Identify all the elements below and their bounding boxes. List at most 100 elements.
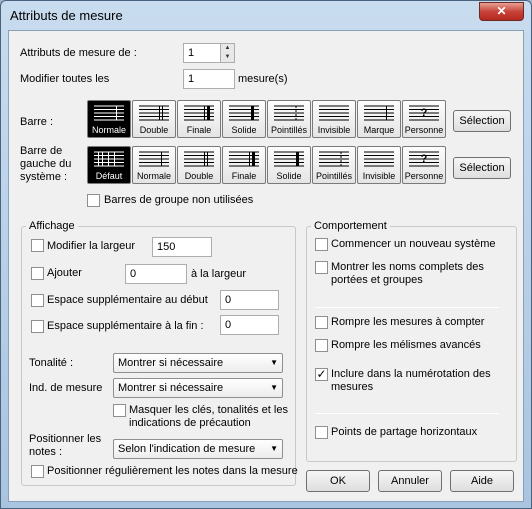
barline-caption: Défaut xyxy=(95,171,123,181)
barre-row-btn-4[interactable]: Pointillés xyxy=(267,100,311,138)
barre-gauche-row-btn-2[interactable]: Double xyxy=(177,146,221,184)
hide-courtesy-checkbox[interactable] xyxy=(113,404,126,417)
spin-down-icon[interactable]: ▼ xyxy=(221,53,234,62)
extra-end-checkbox[interactable] xyxy=(31,320,44,333)
extra-start-input[interactable]: 0 xyxy=(220,290,279,310)
barre-gauche-row-btn-6[interactable]: Invisible xyxy=(357,146,401,184)
modify-width-label: Modifier la largeur xyxy=(47,240,136,252)
barre-gauche-row-btn-0[interactable]: Défaut xyxy=(87,146,131,184)
group-bars-checkbox[interactable] xyxy=(87,194,100,207)
title-bar: Attributs de mesure ✕ xyxy=(1,1,531,29)
barline-caption: Invisible xyxy=(362,171,396,181)
ind-mesure-value: Montrer si nécessaire xyxy=(118,382,224,394)
regular-notes-label: Positionner régulièrement les notes dans… xyxy=(47,465,298,477)
barre-row-btn-2[interactable]: Finale xyxy=(177,100,221,138)
barre-row-btn-5[interactable]: Invisible xyxy=(312,100,356,138)
add-checkbox[interactable] xyxy=(31,267,44,280)
modify-all-label: Modifier toutes les xyxy=(20,73,110,85)
barre-label: Barre : xyxy=(20,116,54,128)
barline-normale-icon xyxy=(94,105,124,121)
include-numbering-checkbox[interactable]: ✓ xyxy=(315,368,328,381)
extra-start-label: Espace supplémentaire au début xyxy=(47,294,208,306)
position-notes-value: Selon l'indication de mesure xyxy=(118,443,256,455)
barre-gauche-row-btn-5[interactable]: Pointillés xyxy=(312,146,356,184)
extra-start-value: 0 xyxy=(225,294,232,306)
barre-gauche-row-btn-1[interactable]: Normale xyxy=(132,146,176,184)
svg-text:?: ? xyxy=(421,153,428,165)
modify-all-suffix: mesure(s) xyxy=(238,73,288,85)
barline-dfaut-icon xyxy=(94,151,124,167)
modify-all-input[interactable]: 1 xyxy=(183,69,235,89)
barre-gauche-label-3: système : xyxy=(20,171,68,183)
barre-gauche-label-1: Barre de xyxy=(20,145,63,157)
barline-pointills-icon xyxy=(274,105,304,121)
break-multimeasure-checkbox[interactable] xyxy=(315,316,328,329)
group-bars-label: Barres de groupe non utilisées xyxy=(104,194,254,206)
close-button[interactable]: ✕ xyxy=(479,2,524,21)
barre-row-btn-0[interactable]: Normale xyxy=(87,100,131,138)
barre-row-btn-1[interactable]: Double xyxy=(132,100,176,138)
barre-row-btn-6[interactable]: Marque xyxy=(357,100,401,138)
extra-start-checkbox[interactable] xyxy=(31,294,44,307)
add-input[interactable]: 0 xyxy=(125,264,187,284)
barre-selection-button[interactable]: Sélection xyxy=(453,110,511,132)
modify-width-checkbox[interactable] xyxy=(31,239,44,252)
barline-solide-icon xyxy=(229,105,259,121)
extra-end-input[interactable]: 0 xyxy=(220,315,279,335)
help-button[interactable]: Aide xyxy=(450,470,514,492)
barline-caption: Double xyxy=(184,171,214,181)
cancel-button[interactable]: Annuler xyxy=(378,470,442,492)
barre-gauche-label-2: gauche du xyxy=(20,158,72,170)
include-numbering-label-1: Inclure dans la numérotation des xyxy=(331,368,491,380)
barline-caption: Finale xyxy=(186,125,212,135)
new-system-checkbox[interactable] xyxy=(315,238,328,251)
modify-width-input[interactable]: 150 xyxy=(152,237,212,257)
barline-caption: Personne xyxy=(404,171,444,181)
chevron-down-icon: ▼ xyxy=(270,383,278,392)
new-system-label: Commencer un nouveau système xyxy=(331,238,496,250)
extra-end-label: Espace supplémentaire à la fin : xyxy=(47,320,204,332)
barre-row-btn-3[interactable]: Solide xyxy=(222,100,266,138)
split-points-checkbox[interactable] xyxy=(315,426,328,439)
barline-double-icon xyxy=(184,151,214,167)
regular-notes-checkbox[interactable] xyxy=(31,465,44,478)
barline-personne-icon: ? xyxy=(409,105,439,121)
tonalite-select[interactable]: Montrer si nécessaire ▼ xyxy=(113,353,283,373)
barline-caption: Finale xyxy=(231,171,257,181)
dialog-client: Attributs de mesure de : 1 ▲ ▼ Modifier … xyxy=(8,30,524,502)
add-label: Ajouter xyxy=(47,267,82,279)
break-melisma-checkbox[interactable] xyxy=(315,339,328,352)
close-icon: ✕ xyxy=(496,4,507,18)
barline-caption: Solide xyxy=(276,171,302,181)
measure-of-spinner[interactable]: ▲ ▼ xyxy=(220,44,234,62)
barline-caption: Marque xyxy=(363,125,395,135)
barre-gauche-row-btn-3[interactable]: Finale xyxy=(222,146,266,184)
barre-gauche-selection-button[interactable]: Sélection xyxy=(453,157,511,179)
spin-up-icon[interactable]: ▲ xyxy=(221,44,234,53)
modify-all-value: 1 xyxy=(188,73,195,85)
barline-invisible-icon xyxy=(364,151,394,167)
barre-gauche-row-btn-7[interactable]: ? Personne xyxy=(402,146,446,184)
ind-mesure-select[interactable]: Montrer si nécessaire ▼ xyxy=(113,378,283,398)
comportement-title: Comportement xyxy=(311,220,390,232)
measure-of-label: Attributs de mesure de : xyxy=(20,47,137,59)
add-value: 0 xyxy=(130,268,137,280)
position-notes-label-1: Positionner les xyxy=(29,433,102,445)
dialog-window: Attributs de mesure ✕ Attributs de mesur… xyxy=(0,0,532,509)
position-notes-label-2: notes : xyxy=(29,446,63,458)
barre-gauche-row-btn-4[interactable]: Solide xyxy=(267,146,311,184)
barline-marque-icon xyxy=(364,105,394,121)
break-multimeasure-label: Rompre les mesures à compter xyxy=(331,316,485,328)
tonalite-value: Montrer si nécessaire xyxy=(118,357,224,369)
break-melisma-label: Rompre les mélismes avancés xyxy=(331,339,481,351)
barline-personne-icon: ? xyxy=(409,151,439,167)
position-notes-select[interactable]: Selon l'indication de mesure ▼ xyxy=(113,439,283,459)
add-suffix: à la largeur xyxy=(191,268,247,280)
measure-of-value: 1 xyxy=(188,47,195,59)
chevron-down-icon: ▼ xyxy=(270,358,278,367)
full-names-checkbox[interactable] xyxy=(315,261,328,274)
ok-button[interactable]: OK xyxy=(306,470,370,492)
barre-gauche-buttons: Défaut Normale Double Finale Solide Pointillé… xyxy=(87,146,446,186)
barre-row-btn-7[interactable]: ? Personne xyxy=(402,100,446,138)
comportement-divider xyxy=(315,307,499,308)
